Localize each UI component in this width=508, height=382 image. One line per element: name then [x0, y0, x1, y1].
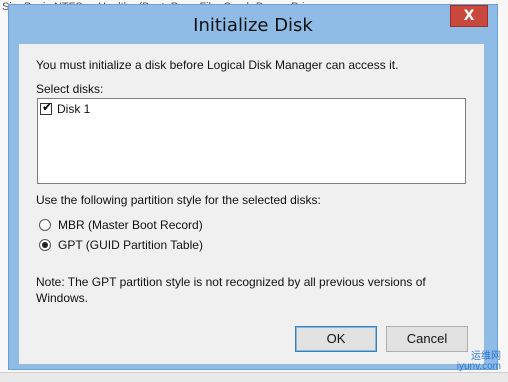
select-disks-label: Select disks: [36, 82, 104, 96]
mbr-radio[interactable] [39, 219, 51, 231]
partition-style-label: Use the following partition style for th… [36, 193, 321, 207]
note-text-line-1: Note: The GPT partition style is not rec… [36, 275, 426, 289]
close-button[interactable]: X [450, 5, 488, 27]
dialog-content: You must initialize a disk before Logica… [18, 43, 485, 365]
mbr-label: MBR (Master Boot Record) [58, 218, 203, 232]
cancel-button[interactable]: Cancel [386, 326, 468, 352]
disks-listbox[interactable]: ✔ Disk 1 [37, 98, 466, 184]
disk-1-label: Disk 1 [57, 102, 91, 116]
disk-1-checkbox[interactable]: ✔ [40, 100, 53, 115]
note-text-line-2: Windows. [36, 291, 89, 305]
ok-button[interactable]: OK [295, 326, 377, 352]
screen: Si... Basic NTFS ... Healthy (Boot, Page… [0, 0, 508, 382]
background-bottom-strip [0, 372, 508, 382]
checkmark-icon: ✔ [42, 100, 53, 114]
initialize-disk-dialog: Initialize Disk X You must initialize a … [8, 4, 498, 370]
close-icon: X [463, 8, 475, 24]
gpt-radio[interactable] [39, 239, 51, 251]
instruction-text: You must initialize a disk before Logica… [36, 58, 399, 72]
radio-selected-indicator [42, 242, 48, 248]
gpt-label: GPT (GUID Partition Table) [58, 238, 203, 252]
dialog-title: Initialize Disk [193, 15, 313, 36]
title-bar: Initialize Disk X [9, 5, 497, 43]
